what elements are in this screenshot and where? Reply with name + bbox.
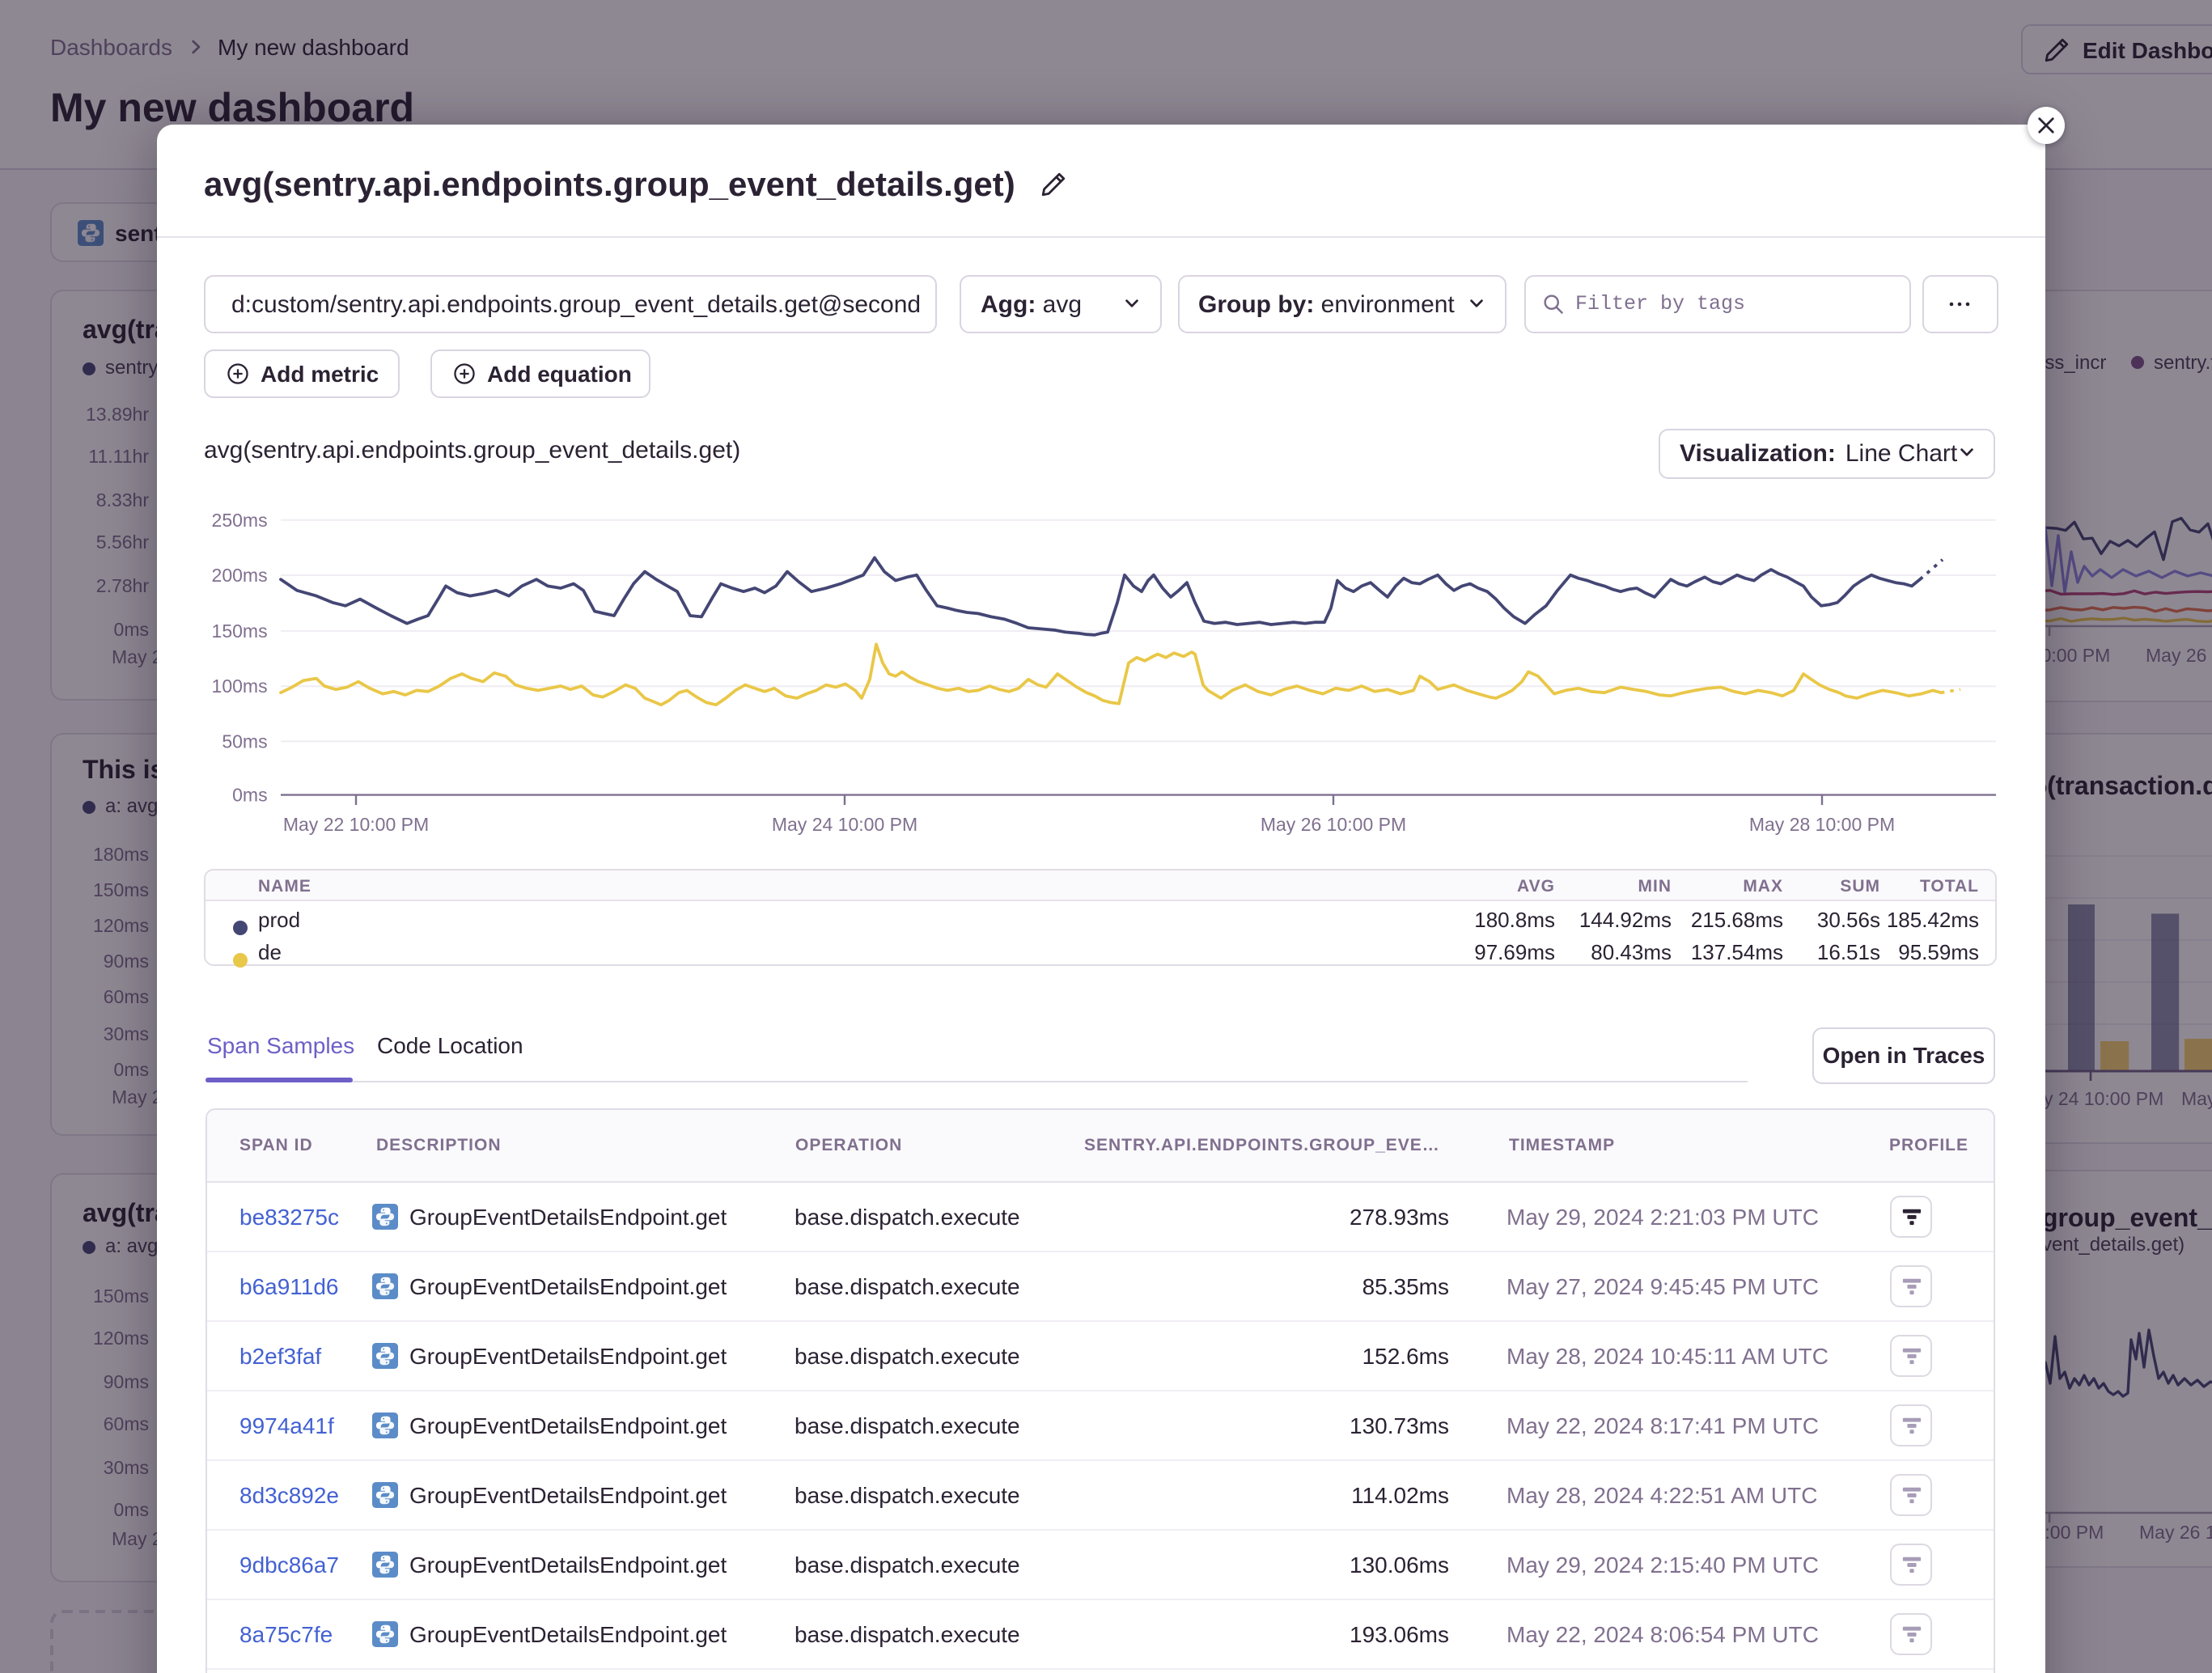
svg-text:200ms: 200ms: [211, 565, 267, 586]
svg-text:50ms: 50ms: [221, 731, 266, 752]
svg-text:100ms: 100ms: [211, 676, 267, 697]
svg-text:0ms: 0ms: [231, 785, 266, 806]
svg-text:250ms: 250ms: [211, 510, 267, 531]
svg-text:May 28 10:00 PM: May 28 10:00 PM: [1748, 814, 1894, 835]
svg-text:May 22 10:00 PM: May 22 10:00 PM: [282, 814, 428, 835]
svg-text:150ms: 150ms: [211, 620, 267, 642]
svg-text:May 26 10:00 PM: May 26 10:00 PM: [1260, 814, 1405, 835]
svg-text:May 24 10:00 PM: May 24 10:00 PM: [771, 814, 917, 835]
